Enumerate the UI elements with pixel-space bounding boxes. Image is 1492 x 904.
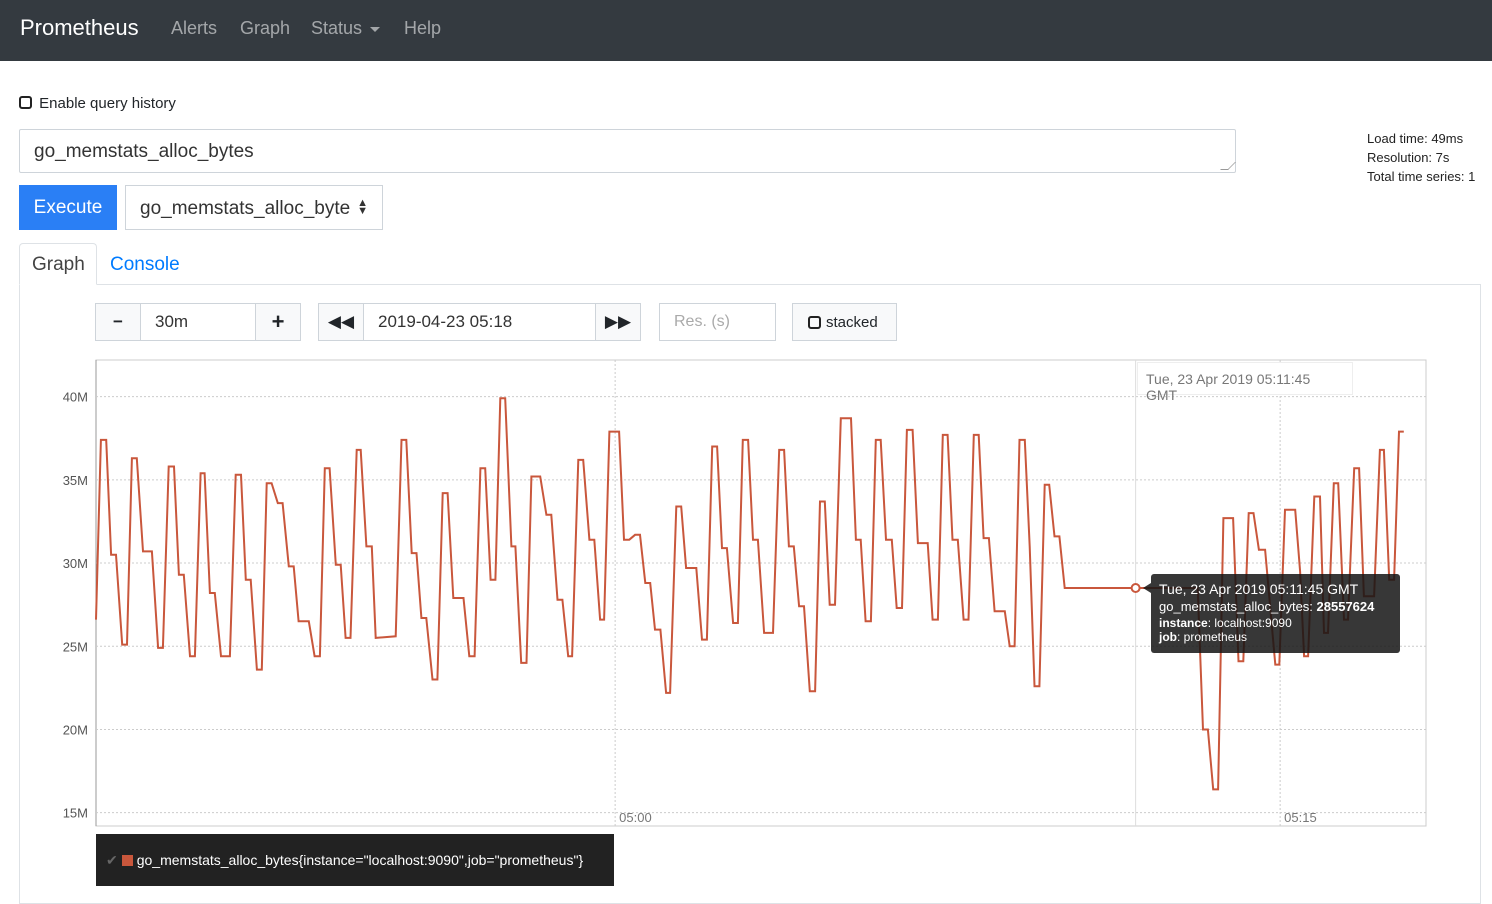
end-time-input[interactable]: 2019-04-23 05:18 — [363, 304, 596, 340]
total-series: Total time series: 1 — [1367, 169, 1476, 184]
tooltip-job-key: job — [1159, 630, 1177, 644]
nav-alerts[interactable]: Alerts — [171, 18, 217, 39]
navbar: Prometheus Alerts Graph Status Help — [0, 0, 1492, 61]
tooltip-time: Tue, 23 Apr 2019 05:11:45 GMT — [1159, 581, 1359, 597]
hover-time-label: Tue, 23 Apr 2019 05:11:45 GMT — [1137, 362, 1353, 403]
y-tick-label: 15M — [63, 806, 88, 821]
end-time-control: ◀◀ 2019-04-23 05:18 ▶▶ — [318, 303, 641, 341]
hover-point — [1130, 583, 1141, 594]
resolution-input[interactable]: Res. (s) — [659, 303, 776, 341]
y-tick-label: 30M — [63, 556, 88, 571]
caret-down-icon — [370, 26, 381, 32]
checkbox-icon — [808, 315, 821, 329]
x-tick-label: 05:15 — [1284, 810, 1317, 825]
tooltip-value: 28557624 — [1316, 599, 1375, 614]
legend-series-label[interactable]: go_memstats_alloc_bytes{instance="localh… — [137, 852, 583, 868]
range-input[interactable]: 30m — [140, 304, 256, 340]
tooltip-metric: go_memstats_alloc_bytes: — [1159, 599, 1317, 614]
load-time: Load time: 49ms — [1367, 131, 1464, 146]
metric-select[interactable]: go_memstats_alloc_bytes ▲ ▼ — [125, 185, 383, 230]
nav-status-label: Status — [311, 18, 363, 38]
fast-forward-icon[interactable]: ▶▶ — [596, 304, 640, 340]
nav-graph[interactable]: Graph — [240, 18, 290, 39]
stacked-label: stacked — [826, 313, 878, 331]
checkmark-icon[interactable]: ✔ — [106, 852, 118, 869]
legend: ✔ go_memstats_alloc_bytes{instance="loca… — [96, 834, 614, 886]
x-tick-label: 05:00 — [619, 810, 652, 825]
updown-icon: ▲ ▼ — [357, 197, 368, 217]
increase-range-button[interactable]: + — [256, 304, 300, 340]
execute-button[interactable]: Execute — [19, 185, 117, 230]
nav-help[interactable]: Help — [404, 18, 441, 39]
y-tick-label: 35M — [63, 473, 88, 488]
brand-link[interactable]: Prometheus — [20, 15, 139, 41]
metric-select-value: go_memstats_alloc_bytes — [140, 198, 350, 219]
tab-graph[interactable]: Graph — [19, 243, 97, 285]
tooltip-instance-val: : localhost:9090 — [1207, 616, 1292, 630]
y-tick-label: 20M — [63, 722, 88, 737]
y-tick-label: 40M — [63, 390, 88, 405]
tooltip-arrow — [1143, 583, 1151, 593]
series-color-swatch — [121, 854, 133, 866]
tab-console[interactable]: Console — [110, 254, 180, 276]
hover-tooltip: Tue, 23 Apr 2019 05:11:45 GMT go_memstat… — [1151, 574, 1400, 653]
rewind-icon[interactable]: ◀◀ — [319, 304, 363, 340]
checkbox-icon[interactable] — [19, 96, 32, 109]
nav-status[interactable]: Status — [311, 18, 381, 39]
range-control: − 30m + — [95, 303, 301, 341]
query-history-toggle[interactable]: Enable query history — [19, 95, 176, 112]
stacked-toggle[interactable]: stacked — [792, 303, 897, 341]
decrease-range-button[interactable]: − — [96, 304, 140, 340]
query-history-label: Enable query history — [39, 95, 176, 112]
y-tick-label: 25M — [63, 639, 88, 654]
expression-input[interactable]: go_memstats_alloc_bytes — [19, 129, 1236, 173]
tooltip-job-val: : prometheus — [1177, 630, 1248, 644]
resolution: Resolution: 7s — [1367, 150, 1450, 165]
tooltip-instance-key: instance — [1159, 616, 1208, 630]
